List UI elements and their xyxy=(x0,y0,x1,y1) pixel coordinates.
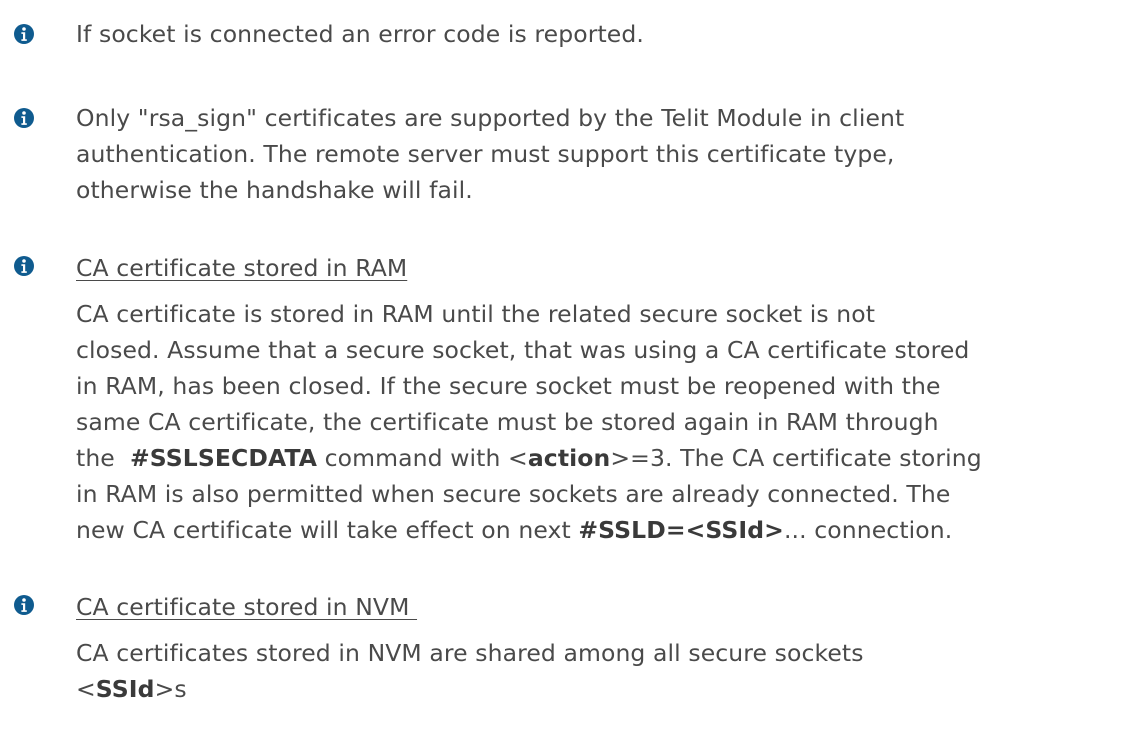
note-line: authentication. The remote server must s… xyxy=(76,140,895,168)
text-run: new CA certificate will take effect on n… xyxy=(76,516,579,544)
command-name: #SSLD=<SSId> xyxy=(578,516,784,544)
note-line: CA certificate is stored in RAM until th… xyxy=(76,300,876,328)
text-run: ... connection. xyxy=(783,516,953,544)
note-line: the #SSLSECDATA command with <action>=3.… xyxy=(76,440,1139,476)
parameter-name: SSId xyxy=(95,675,155,703)
info-icon xyxy=(14,108,34,128)
command-name: #SSLSECDATA xyxy=(130,444,318,472)
note-title: CA certificate stored in RAM xyxy=(76,254,408,282)
note-line: in RAM is also permitted when secure soc… xyxy=(76,480,951,508)
text-run: the xyxy=(76,444,131,472)
note-line: Only "rsa_sign" certificates are support… xyxy=(76,104,905,132)
note-line: otherwise the handshake will fail. xyxy=(76,176,473,204)
parameter-name: action xyxy=(527,444,611,472)
note-line: <SSId>s xyxy=(76,671,1139,707)
note-line: If socket is connected an error code is … xyxy=(76,20,644,48)
note-line: same CA certificate, the certificate mus… xyxy=(76,408,939,436)
info-icon xyxy=(14,595,34,615)
text-run: >s xyxy=(154,675,187,703)
note-line: CA certificates stored in NVM are shared… xyxy=(76,639,864,667)
note-line: new CA certificate will take effect on n… xyxy=(76,512,1139,548)
text-run: >=3. The CA certificate storing xyxy=(610,444,982,472)
info-icon xyxy=(14,256,34,276)
text-run: < xyxy=(76,675,96,703)
note-line: in RAM, has been closed. If the secure s… xyxy=(76,372,941,400)
note-line: closed. Assume that a secure socket, tha… xyxy=(76,336,970,364)
info-icon xyxy=(14,24,34,44)
note-title: CA certificate stored in NVM xyxy=(76,593,418,621)
text-run: command with < xyxy=(317,444,528,472)
